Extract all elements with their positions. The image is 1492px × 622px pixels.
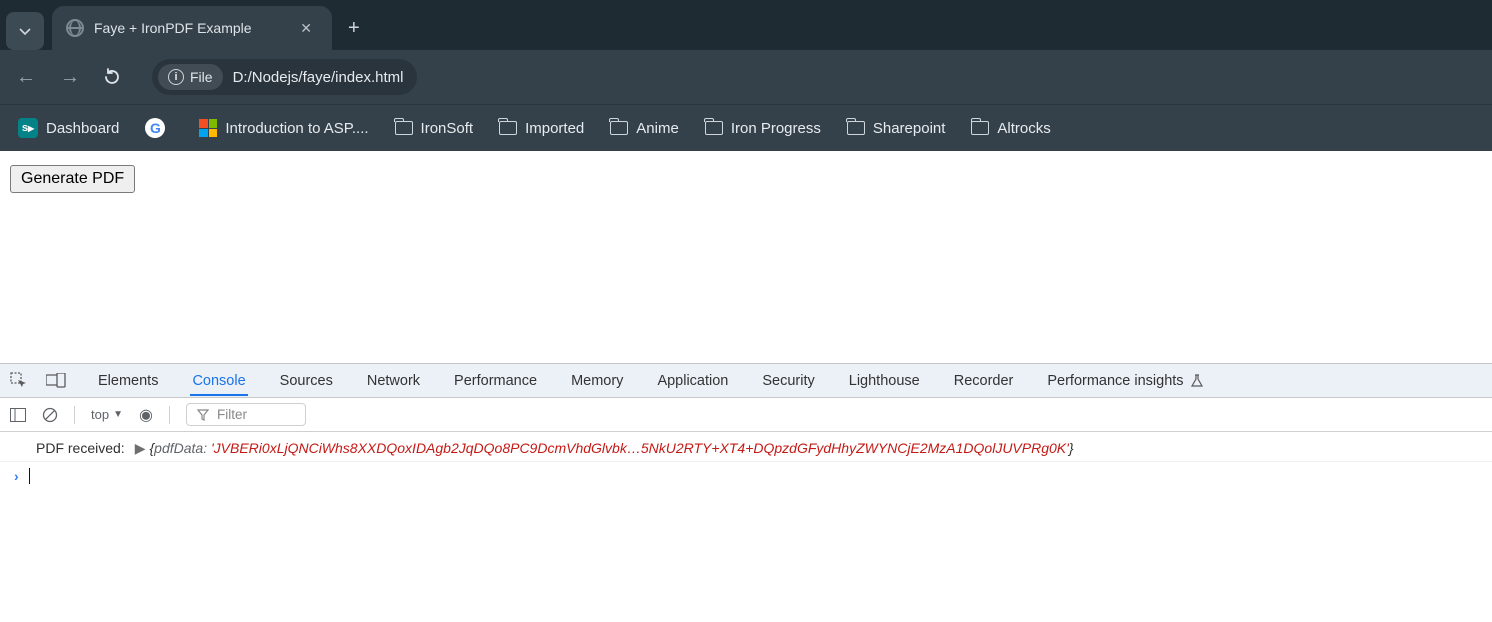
filter-placeholder: Filter bbox=[217, 407, 247, 422]
log-value: 'JVBERi0xLjQNCiWhs8XXDQoxIDAgb2JqDQo8PC9… bbox=[211, 440, 1069, 456]
tab-recorder[interactable]: Recorder bbox=[952, 366, 1016, 396]
bookmark-sharepoint[interactable]: Sharepoint bbox=[847, 120, 946, 137]
tab-title: Faye + IronPDF Example bbox=[94, 20, 294, 36]
chevron-down-icon bbox=[18, 24, 32, 38]
page-content: Generate PDF bbox=[0, 151, 1492, 363]
protocol-label: File bbox=[190, 69, 213, 85]
browser-toolbar: ← → i File D:/Nodejs/faye/index.html bbox=[0, 50, 1492, 104]
folder-icon bbox=[971, 121, 989, 135]
folder-icon bbox=[499, 121, 517, 135]
inspect-icon[interactable] bbox=[10, 372, 28, 390]
console-log-line[interactable]: PDF received: ▶ { pdfData: 'JVBERi0xLjQN… bbox=[0, 436, 1492, 462]
sharepoint-icon: s▶ bbox=[18, 118, 38, 138]
bookmark-dashboard[interactable]: s▶ Dashboard bbox=[18, 118, 119, 138]
url-text: D:/Nodejs/faye/index.html bbox=[233, 69, 404, 86]
expand-object-icon[interactable]: ▶ bbox=[135, 440, 146, 457]
bookmark-intro-asp[interactable]: Introduction to ASP.... bbox=[199, 119, 368, 137]
tab-close-button[interactable]: ✕ bbox=[294, 18, 318, 39]
folder-icon bbox=[847, 121, 865, 135]
reload-button[interactable] bbox=[102, 67, 126, 87]
forward-button[interactable]: → bbox=[58, 66, 82, 89]
filter-input[interactable]: Filter bbox=[186, 403, 306, 426]
bookmark-anime[interactable]: Anime bbox=[610, 120, 679, 137]
bookmark-imported[interactable]: Imported bbox=[499, 120, 584, 137]
tab-sources[interactable]: Sources bbox=[278, 366, 335, 396]
bookmark-label: Sharepoint bbox=[873, 120, 946, 137]
bookmark-altrocks[interactable]: Altrocks bbox=[971, 120, 1050, 137]
log-prefix: PDF received: bbox=[36, 440, 125, 456]
tab-security[interactable]: Security bbox=[760, 366, 816, 396]
context-selector[interactable]: top ▼ bbox=[91, 407, 123, 422]
generate-pdf-button[interactable]: Generate PDF bbox=[10, 165, 135, 193]
new-tab-button[interactable]: + bbox=[332, 6, 376, 50]
browser-tab[interactable]: Faye + IronPDF Example ✕ bbox=[52, 6, 332, 50]
sidebar-toggle-icon[interactable] bbox=[10, 408, 26, 422]
protocol-chip[interactable]: i File bbox=[158, 64, 223, 90]
separator bbox=[74, 406, 75, 424]
bookmark-iron-progress[interactable]: Iron Progress bbox=[705, 120, 821, 137]
separator bbox=[169, 406, 170, 424]
bookmark-label: Altrocks bbox=[997, 120, 1050, 137]
tab-performance[interactable]: Performance bbox=[452, 366, 539, 396]
clear-console-icon[interactable] bbox=[42, 407, 58, 423]
bookmarks-bar: s▶ Dashboard G Introduction to ASP.... I… bbox=[0, 104, 1492, 151]
device-toolbar-icon[interactable] bbox=[46, 373, 66, 389]
tab-network[interactable]: Network bbox=[365, 366, 422, 396]
tab-elements[interactable]: Elements bbox=[96, 366, 160, 396]
bookmark-label: IronSoft bbox=[421, 120, 474, 137]
back-button[interactable]: ← bbox=[14, 66, 38, 89]
console-toolbar: top ▼ ◉ Filter bbox=[0, 398, 1492, 432]
bookmark-google[interactable]: G bbox=[145, 118, 173, 138]
bookmark-label: Dashboard bbox=[46, 120, 119, 137]
title-bar: Faye + IronPDF Example ✕ + bbox=[0, 0, 1492, 50]
tab-lighthouse[interactable]: Lighthouse bbox=[847, 366, 922, 396]
bookmark-label: Imported bbox=[525, 120, 584, 137]
bookmark-label: Iron Progress bbox=[731, 120, 821, 137]
bookmark-ironsoft[interactable]: IronSoft bbox=[395, 120, 474, 137]
address-bar[interactable]: i File D:/Nodejs/faye/index.html bbox=[152, 59, 417, 95]
globe-icon bbox=[66, 19, 84, 37]
tab-application[interactable]: Application bbox=[655, 366, 730, 396]
cursor bbox=[29, 468, 30, 484]
bookmark-label: Introduction to ASP.... bbox=[225, 120, 368, 137]
folder-icon bbox=[395, 121, 413, 135]
google-icon: G bbox=[145, 118, 165, 138]
tab-console[interactable]: Console bbox=[190, 366, 247, 396]
console-output: PDF received: ▶ { pdfData: 'JVBERi0xLjQN… bbox=[0, 432, 1492, 622]
devtools-panel: Elements Console Sources Network Perform… bbox=[0, 363, 1492, 622]
microsoft-icon bbox=[199, 119, 217, 137]
log-key: pdfData: bbox=[154, 440, 207, 456]
tab-memory[interactable]: Memory bbox=[569, 366, 625, 396]
reload-icon bbox=[102, 67, 122, 87]
devtools-tabs: Elements Console Sources Network Perform… bbox=[0, 364, 1492, 398]
info-icon: i bbox=[168, 69, 184, 85]
flask-icon bbox=[1190, 374, 1204, 388]
folder-icon bbox=[610, 121, 628, 135]
prompt-chevron-icon: › bbox=[14, 468, 19, 484]
filter-icon bbox=[197, 409, 209, 421]
folder-icon bbox=[705, 121, 723, 135]
console-prompt[interactable]: › bbox=[0, 462, 1492, 490]
bookmark-label: Anime bbox=[636, 120, 679, 137]
tab-performance-insights[interactable]: Performance insights bbox=[1045, 366, 1205, 396]
window-menu-button[interactable] bbox=[6, 12, 44, 50]
live-expression-icon[interactable]: ◉ bbox=[139, 405, 153, 425]
